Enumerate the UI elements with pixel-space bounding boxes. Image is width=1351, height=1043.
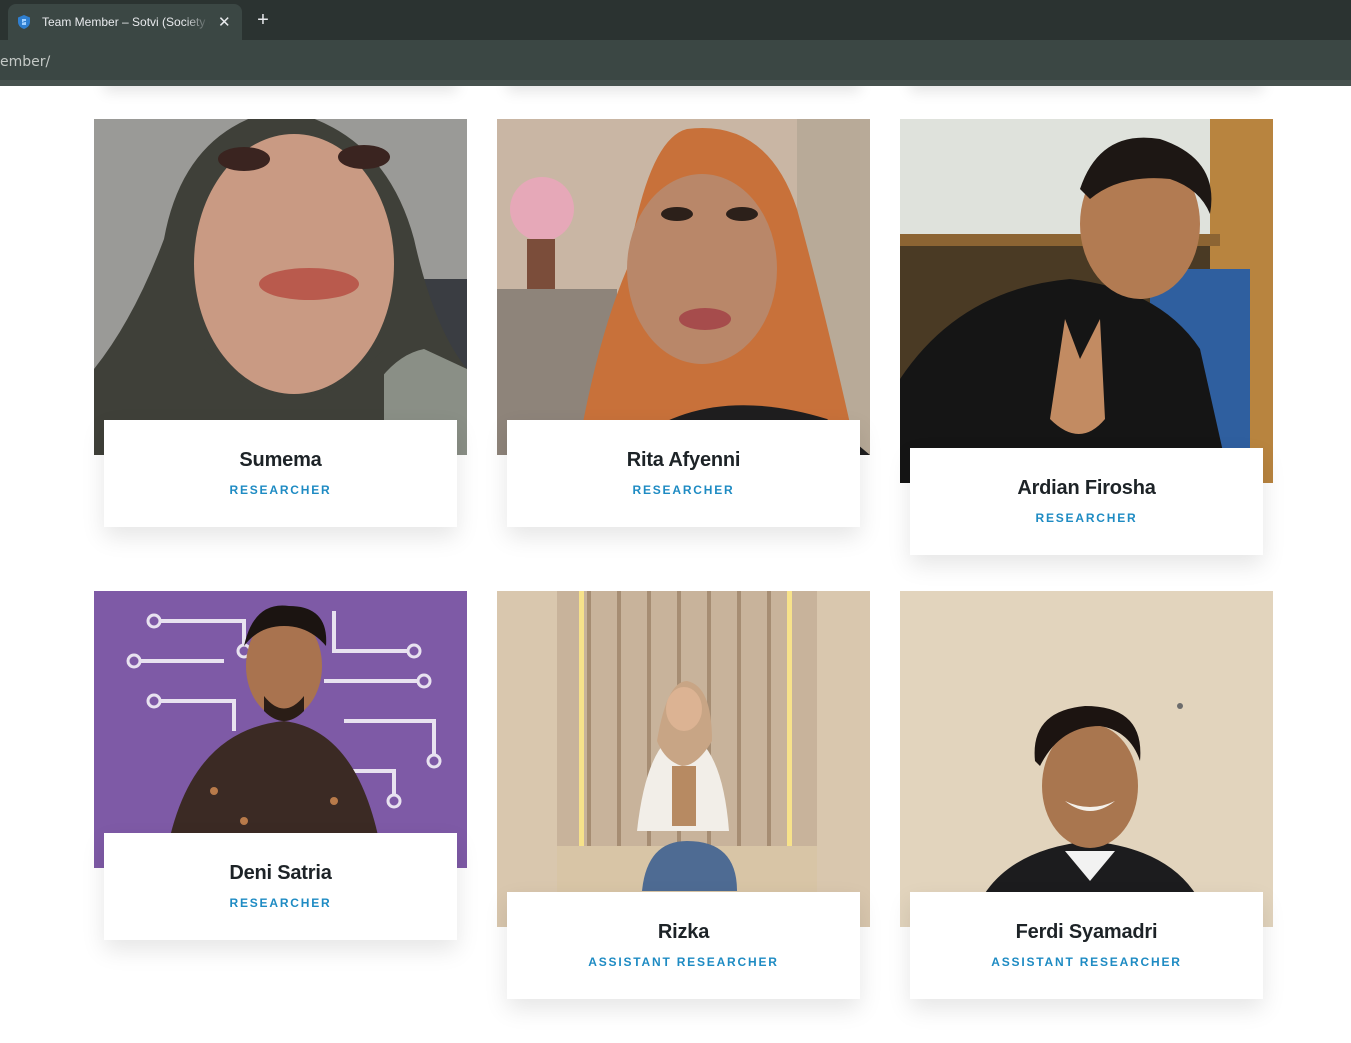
member-role: ASSISTANT RESEARCHER xyxy=(991,955,1182,969)
member-role: RESEARCHER xyxy=(632,483,735,497)
url-text[interactable]: ember/ xyxy=(0,54,50,70)
member-photo xyxy=(497,119,870,455)
member-photo xyxy=(94,119,467,455)
member-info-card: Sumema RESEARCHER xyxy=(104,420,457,527)
close-tab-icon[interactable]: ✕ xyxy=(218,15,231,30)
member-info-card: Deni Satria RESEARCHER xyxy=(104,833,457,940)
browser-tab-bar: Team Member – Sotvi (Society of ... ✕ + xyxy=(0,0,1351,40)
member-info-card: Ferdi Syamadri ASSISTANT RESEARCHER xyxy=(910,892,1263,999)
member-name: Ardian Firosha xyxy=(1017,477,1156,499)
member-photo xyxy=(94,591,467,868)
member-role: RESEARCHER xyxy=(1035,511,1138,525)
new-tab-button[interactable]: + xyxy=(252,9,274,31)
team-page-content: Sumema RESEARCHER Rita Afyenni RESEARCHE… xyxy=(0,86,1351,1043)
member-name: Rita Afyenni xyxy=(626,449,741,471)
member-name: Deni Satria xyxy=(229,862,332,884)
address-bar[interactable]: ember/ xyxy=(0,40,1351,86)
member-name: Ferdi Syamadri xyxy=(1015,921,1158,943)
member-role: RESEARCHER xyxy=(229,896,332,910)
tab-title: Team Member – Sotvi (Society of ... xyxy=(42,15,210,29)
member-photo xyxy=(497,591,870,927)
member-info-card: Rita Afyenni RESEARCHER xyxy=(507,420,860,527)
member-role: ASSISTANT RESEARCHER xyxy=(588,955,779,969)
member-name: Sumema xyxy=(239,449,322,471)
site-logo-icon xyxy=(18,15,30,29)
member-info-card: Ardian Firosha RESEARCHER xyxy=(910,448,1263,555)
member-info-card: Rizka ASSISTANT RESEARCHER xyxy=(507,892,860,999)
member-photo xyxy=(900,119,1273,483)
browser-tab[interactable]: Team Member – Sotvi (Society of ... ✕ xyxy=(8,4,242,40)
member-photo xyxy=(900,591,1273,927)
member-role: RESEARCHER xyxy=(229,483,332,497)
member-name: Rizka xyxy=(657,921,710,943)
